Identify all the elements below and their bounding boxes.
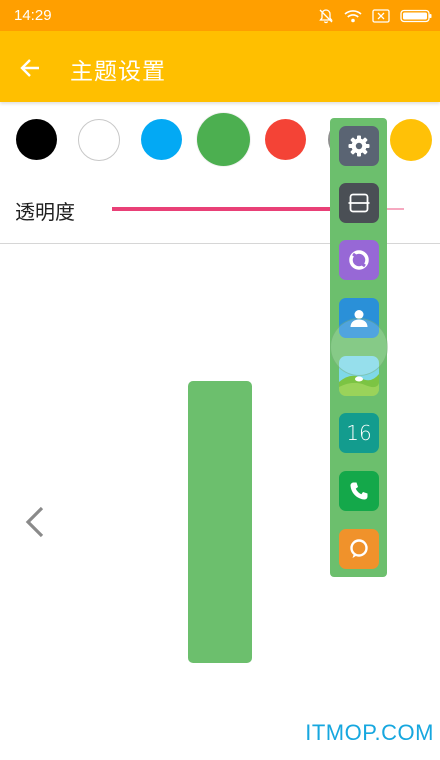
- chevron-left-icon: [25, 506, 44, 538]
- swatch-amber[interactable]: [390, 119, 432, 161]
- no-sim-icon: [372, 9, 390, 23]
- dock-drag-handle[interactable]: [330, 318, 388, 376]
- status-bar: 14:29: [0, 0, 440, 31]
- calendar-icon: 16: [346, 421, 372, 445]
- back-button[interactable]: [12, 50, 48, 86]
- slider-fill: [112, 207, 340, 211]
- status-time: 14:29: [14, 7, 52, 24]
- swatch-black[interactable]: [16, 119, 57, 160]
- page-title: 主题设置: [70, 59, 166, 85]
- settings-icon: [348, 135, 370, 157]
- message-icon: [350, 539, 368, 558]
- mute-bell-icon: [319, 9, 333, 24]
- dock-app-settings[interactable]: [339, 126, 379, 166]
- scanner-icon: [348, 193, 370, 213]
- phone-icon: [350, 482, 368, 500]
- arrow-left-icon: [20, 59, 39, 77]
- watermark: ITMOP.COM: [305, 720, 434, 745]
- swatch-green-selected[interactable]: [197, 113, 250, 166]
- opacity-label: 透明度: [15, 200, 75, 224]
- dock-app-calendar[interactable]: 16: [339, 413, 379, 453]
- previous-button[interactable]: [20, 503, 52, 541]
- dock-app-phone[interactable]: [339, 471, 379, 511]
- dock-app-messages[interactable]: [339, 529, 379, 569]
- swatch-white[interactable]: [78, 119, 120, 161]
- dock-app-scanner[interactable]: [339, 183, 379, 223]
- app-bar: 主题设置: [0, 31, 440, 102]
- swatch-red[interactable]: [265, 119, 306, 160]
- preview-bar: [188, 381, 252, 663]
- browser-icon: [349, 250, 369, 270]
- dock-app-browser[interactable]: [339, 240, 379, 280]
- swatch-blue[interactable]: [141, 119, 182, 160]
- status-icons: [318, 6, 432, 26]
- wifi-icon: [344, 10, 362, 23]
- battery-icon: [400, 9, 432, 23]
